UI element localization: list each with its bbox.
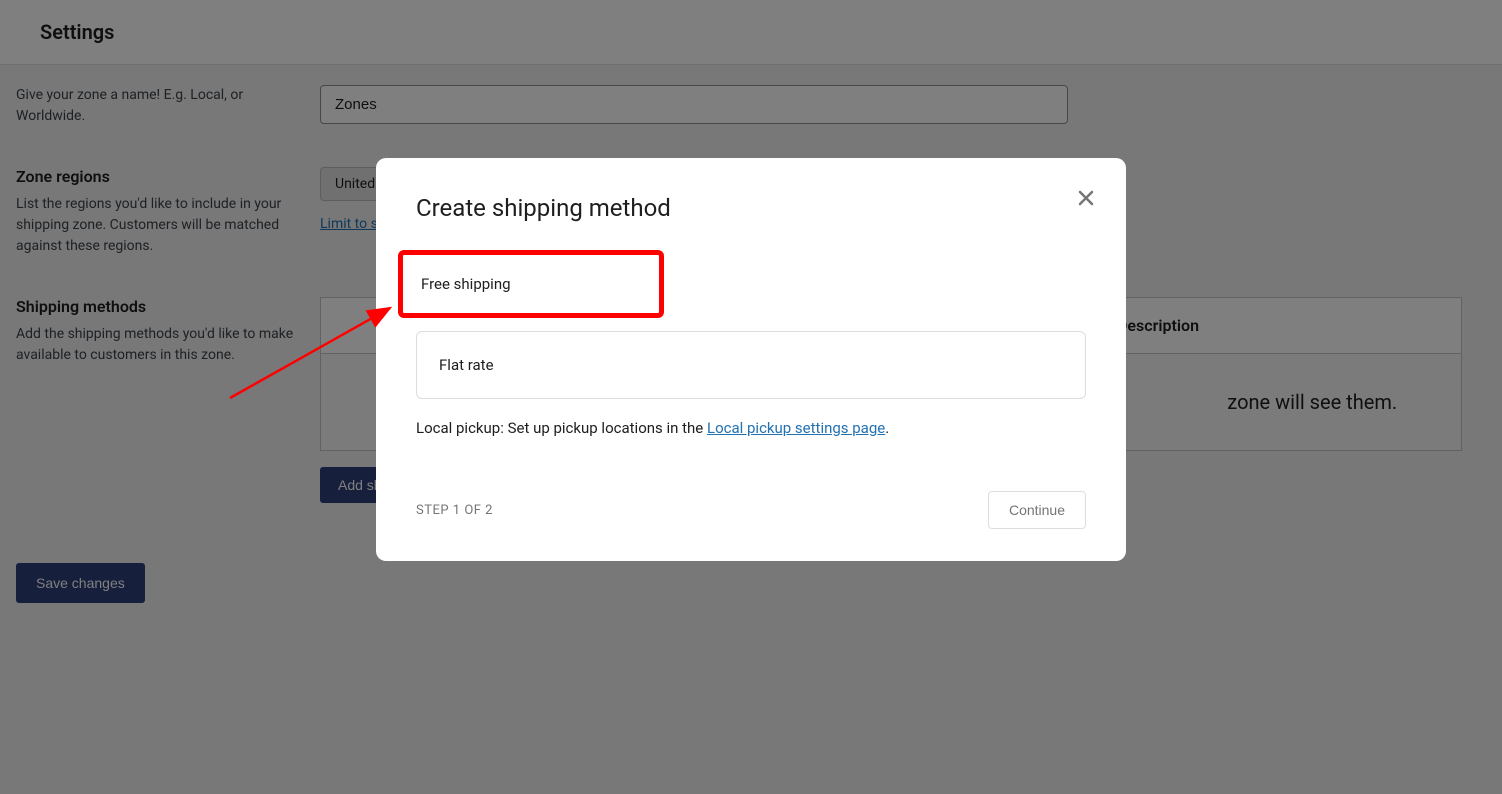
modal-overlay[interactable]: Create shipping method Free shipping Fla…: [0, 0, 1502, 794]
step-indicator: STEP 1 OF 2: [416, 503, 493, 518]
create-shipping-method-modal: Create shipping method Free shipping Fla…: [376, 158, 1126, 561]
close-icon[interactable]: [1074, 186, 1098, 210]
close-icon-svg: [1078, 190, 1094, 206]
shipping-option-flat-rate[interactable]: Flat rate: [416, 331, 1086, 399]
modal-title: Create shipping method: [416, 194, 1086, 222]
modal-footer: STEP 1 OF 2 Continue: [416, 491, 1086, 529]
local-pickup-link[interactable]: Local pickup settings page: [707, 419, 885, 437]
option-label: Flat rate: [439, 356, 494, 374]
continue-button[interactable]: Continue: [988, 491, 1086, 529]
option-label: Free shipping: [421, 275, 511, 293]
local-pickup-text: Local pickup: Set up pickup locations in…: [416, 419, 1086, 437]
shipping-option-free[interactable]: Free shipping: [398, 250, 664, 318]
